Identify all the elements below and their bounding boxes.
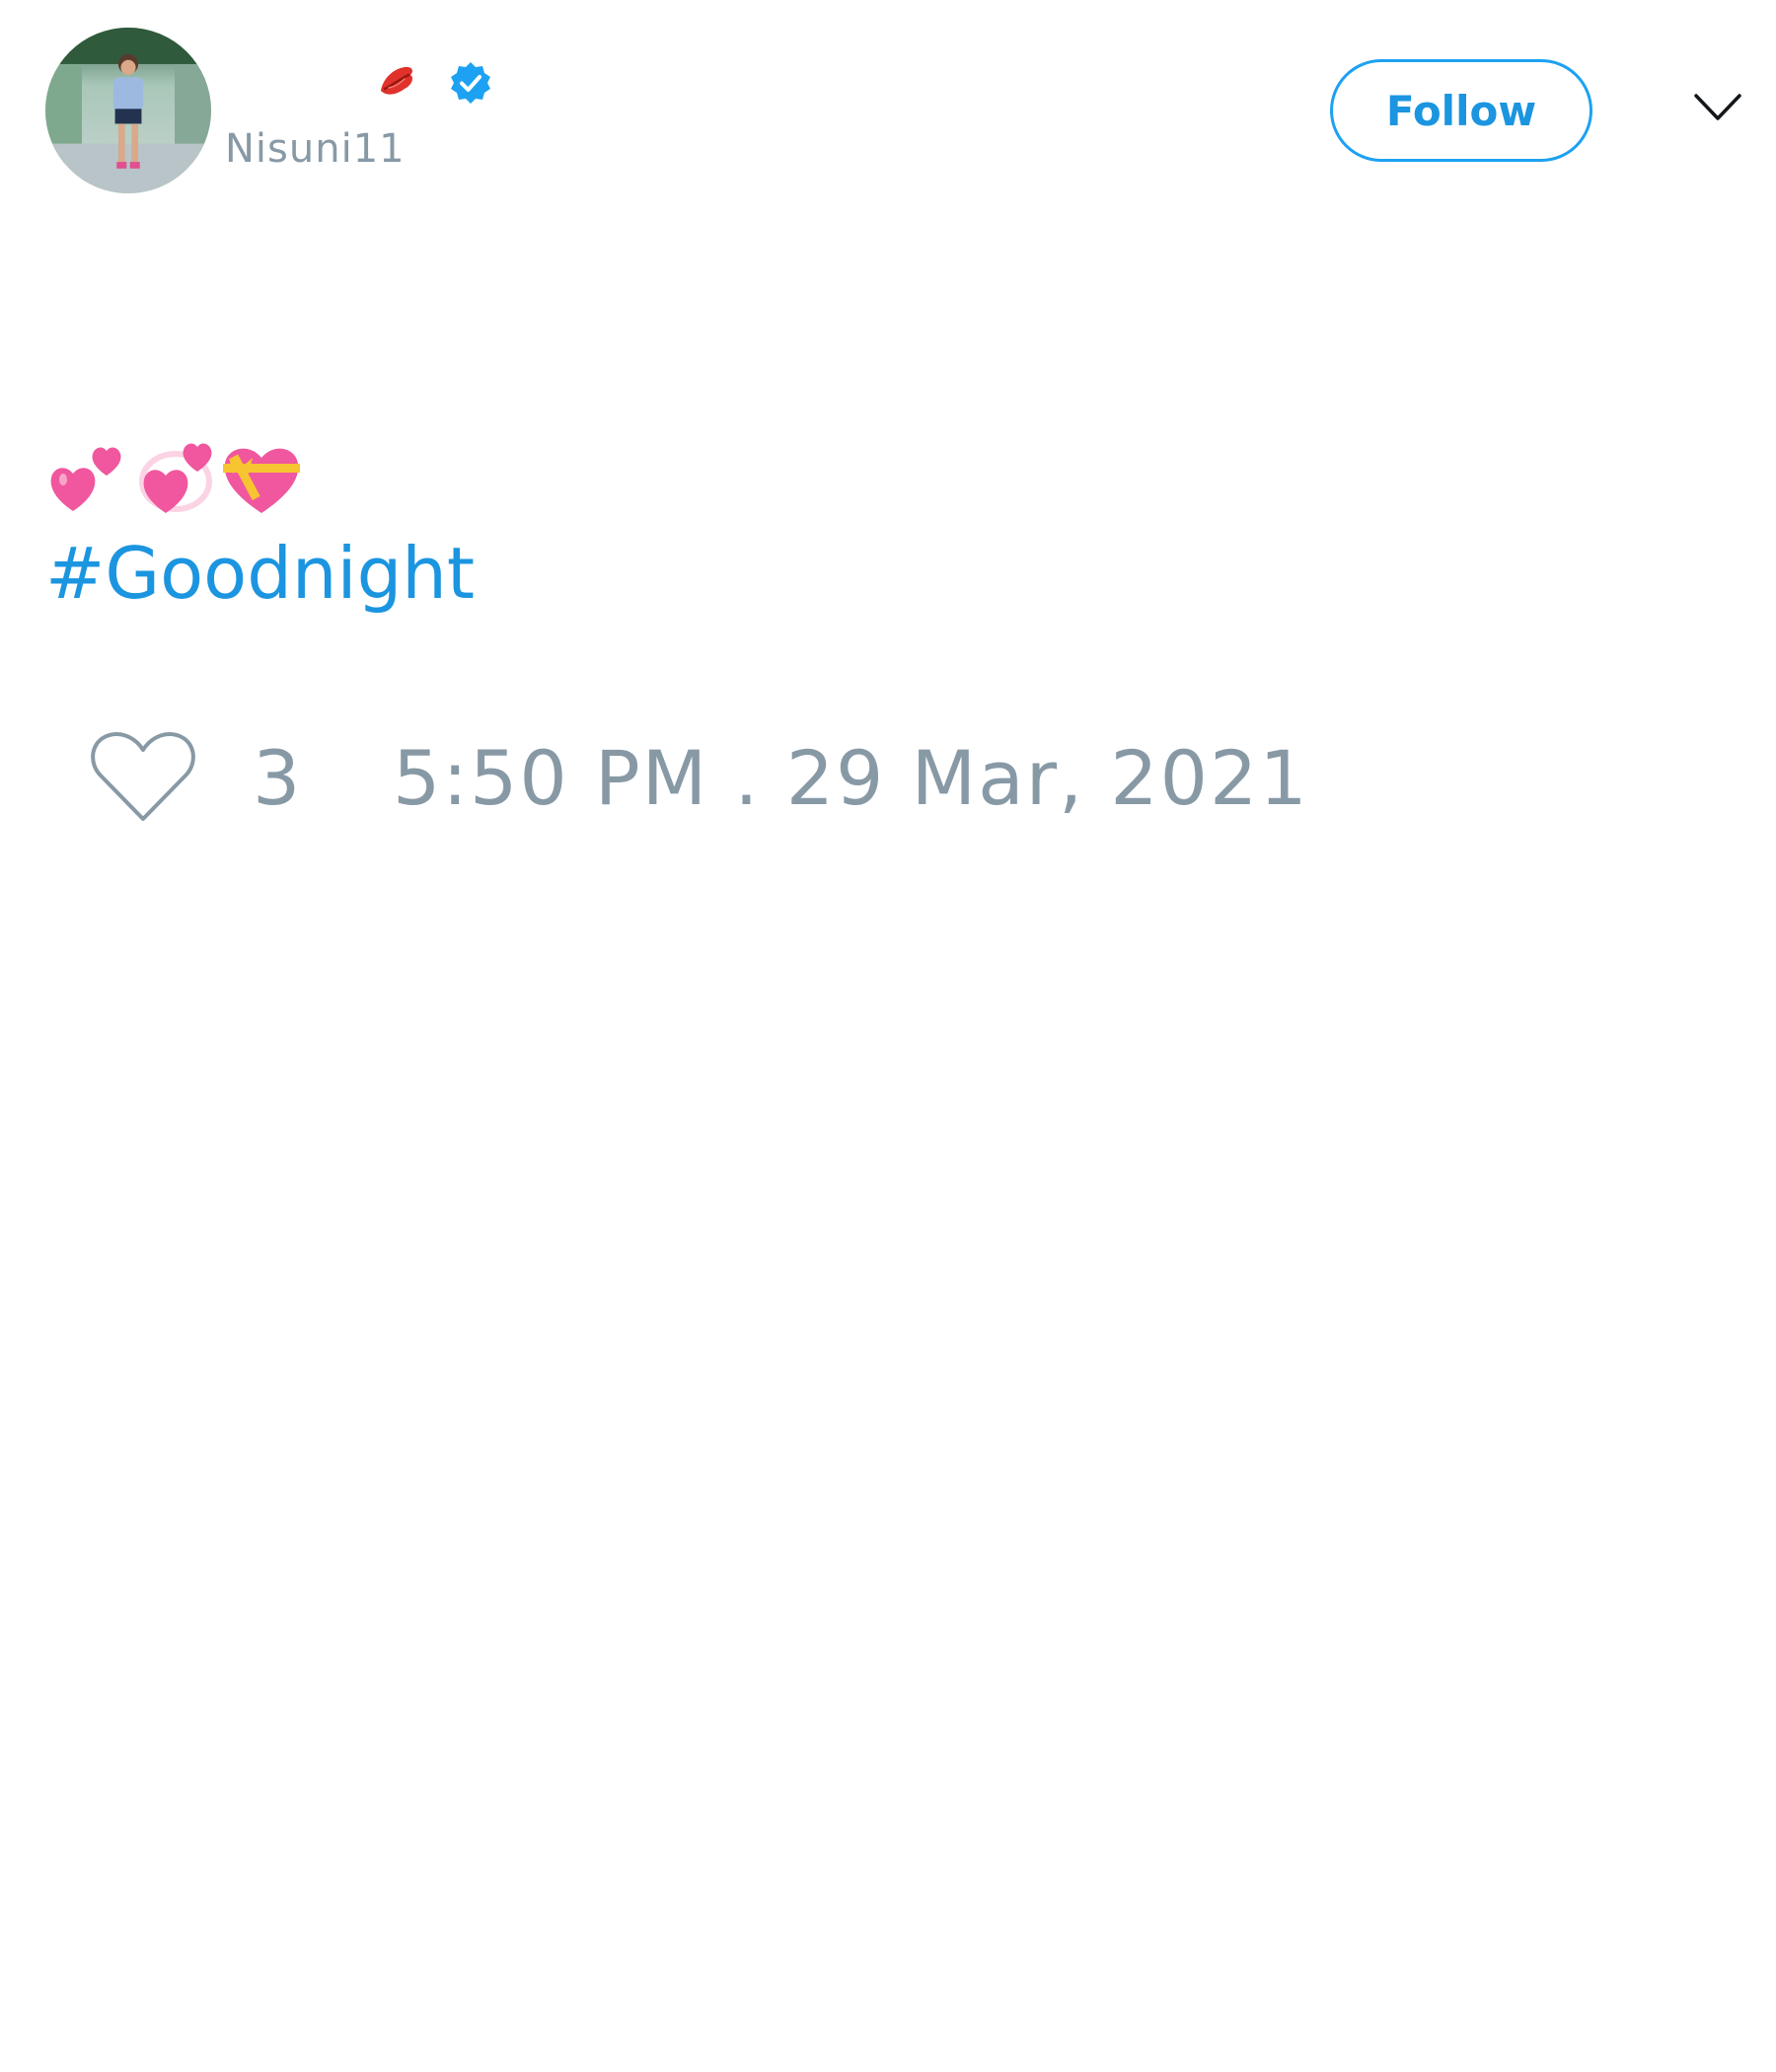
revolving-hearts-icon	[139, 443, 212, 513]
avatar[interactable]	[45, 28, 211, 193]
display-name[interactable]	[227, 63, 375, 103]
heart-with-ribbon-icon	[223, 448, 300, 513]
user-name-row	[227, 57, 493, 109]
hashtag-link[interactable]: #Goodnight	[45, 531, 475, 616]
tweet-timestamp[interactable]: 5:50 PM . 29 Mar, 2021	[393, 734, 1309, 823]
lips-icon	[381, 66, 412, 95]
verified-badge-icon	[451, 62, 490, 104]
user-handle[interactable]: Nisuni11	[225, 126, 406, 172]
two-hearts-icon	[50, 447, 121, 511]
avatar-photo	[45, 28, 211, 193]
chevron-down-icon[interactable]	[1693, 91, 1742, 124]
follow-button[interactable]: Follow	[1330, 59, 1592, 162]
like-count: 3	[253, 734, 301, 822]
tweet-emoji-row	[45, 434, 306, 517]
tweet-card: Nisuni11 Follow #Goodnight 3 5:50 PM . 2…	[0, 0, 1776, 2072]
heart-outline-icon[interactable]	[89, 728, 197, 825]
